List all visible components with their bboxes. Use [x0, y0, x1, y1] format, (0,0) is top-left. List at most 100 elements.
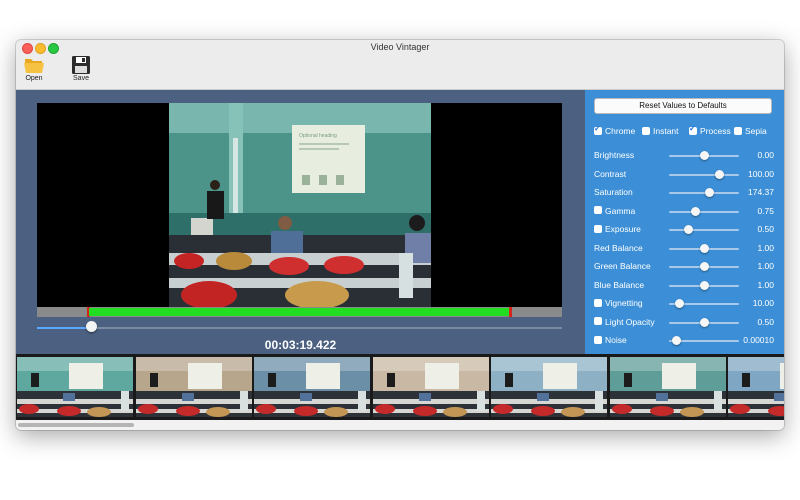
param-label: Blue Balance [594, 280, 644, 290]
slider-knob[interactable] [699, 317, 709, 327]
param-value: 10.00 [752, 298, 774, 308]
trim-end-marker[interactable] [509, 307, 512, 317]
param-label: Red Balance [594, 243, 643, 253]
param-row-red-balance: Red Balance 1.00 [594, 241, 774, 255]
scrubber-progress [37, 327, 92, 329]
preset-label: Instant [653, 126, 679, 136]
slider-knob[interactable] [699, 262, 709, 271]
param-label: Contrast [594, 169, 626, 179]
timecode-display: 00:03:19.422 [264, 338, 337, 352]
filmstrip-thumbnail[interactable] [609, 357, 726, 417]
slider-knob[interactable] [671, 336, 681, 345]
filmstrip-thumbnail[interactable] [135, 357, 252, 417]
video-player[interactable]: Optional heading [37, 103, 562, 307]
param-value: 0.00 [757, 150, 774, 160]
param-value: 100.00 [748, 168, 774, 179]
param-value: 174.37 [748, 187, 774, 197]
trim-selection[interactable] [89, 308, 509, 316]
preset-chrome[interactable]: Chrome [594, 124, 636, 136]
param-value: 0.50 [757, 316, 774, 327]
preset-process[interactable]: Process [689, 124, 731, 136]
param-row-exposure: Exposure 0.50 [594, 222, 774, 236]
open-label: Open [25, 75, 43, 82]
reset-defaults-button[interactable]: Reset Values to Defaults [594, 98, 772, 114]
param-slider[interactable] [669, 192, 739, 194]
param-label[interactable]: Noise [594, 335, 627, 345]
scrubber-knob[interactable] [86, 321, 97, 332]
preset-label: Sepia [745, 126, 767, 136]
param-row-vignetting: Vignetting 10.00 [594, 296, 774, 310]
slider-knob[interactable] [699, 243, 709, 253]
param-label-text: Green Balance [594, 261, 651, 271]
param-label-text: Brightness [594, 150, 635, 160]
filmstrip[interactable] [16, 354, 784, 420]
param-enable-checkbox[interactable] [594, 298, 602, 307]
param-label[interactable]: Light Opacity [594, 317, 655, 327]
toolbar: Open Save [16, 54, 784, 90]
preset-instant[interactable]: Instant [642, 126, 679, 136]
filmstrip-thumbnail[interactable] [491, 357, 607, 417]
filmstrip-scrollbar[interactable] [16, 420, 784, 430]
preset-checkbox[interactable] [689, 124, 697, 135]
param-value: 0.00010 [743, 335, 774, 345]
param-value: 0.50 [757, 224, 774, 234]
param-slider[interactable] [669, 173, 739, 176]
param-label-text: Gamma [605, 205, 636, 216]
param-value: 1.00 [757, 279, 774, 290]
playback-scrubber[interactable] [37, 327, 562, 329]
param-value: 0.75 [757, 205, 774, 216]
param-enable-checkbox[interactable] [594, 335, 602, 344]
filmstrip-thumbnail[interactable] [17, 357, 133, 417]
preset-label: Chrome [605, 126, 636, 136]
preset-checkbox[interactable] [594, 124, 602, 135]
window-title: Video Vintager [370, 42, 430, 52]
param-enable-checkbox[interactable] [594, 317, 602, 326]
adjustments-panel: Reset Values to Defaults Chrome Instant Pr… [585, 90, 784, 354]
app-window: Video Vintager Open Save Optional headin… [16, 40, 784, 430]
param-label-text: Exposure [605, 224, 641, 234]
preset-checkbox[interactable] [642, 126, 650, 135]
param-row-light-opacity: Light Opacity 0.50 [594, 315, 774, 329]
slide-heading: Optional heading [299, 133, 337, 139]
param-label-text: Contrast [594, 168, 627, 179]
param-label[interactable]: Vignetting [594, 298, 643, 308]
param-label-text: Blue Balance [594, 279, 645, 290]
preset-label: Process [700, 126, 731, 136]
param-row-noise: Noise 0.00010 [594, 333, 774, 347]
param-slider[interactable] [669, 229, 739, 231]
save-button[interactable]: Save [63, 56, 99, 82]
slider-knob[interactable] [691, 206, 701, 216]
preset-sepia[interactable]: Sepia [734, 126, 767, 136]
param-label-text: Noise [605, 335, 627, 345]
param-enable-checkbox[interactable] [594, 206, 602, 215]
param-row-green-balance: Green Balance 1.00 [594, 259, 774, 273]
preset-checkbox[interactable] [734, 126, 742, 135]
param-label-text: Red Balance [594, 242, 643, 253]
slider-knob[interactable] [699, 280, 709, 290]
slider-knob[interactable] [705, 188, 715, 197]
param-label-text: Vignetting [605, 298, 643, 308]
param-slider[interactable] [669, 210, 739, 213]
param-label-text: Saturation [594, 187, 633, 197]
filmstrip-thumbnail[interactable] [254, 357, 370, 417]
param-enable-checkbox[interactable] [594, 224, 602, 233]
filmstrip-thumbnail[interactable] [372, 357, 489, 417]
save-label: Save [73, 75, 89, 82]
slider-knob[interactable] [684, 225, 694, 234]
video-frame: Optional heading [169, 103, 431, 307]
open-button[interactable]: Open [16, 56, 52, 82]
param-label[interactable]: Exposure [594, 224, 641, 234]
param-label[interactable]: Gamma [594, 206, 635, 216]
lecture-scene-image: Optional heading [169, 103, 431, 307]
param-label-text: Light Opacity [605, 316, 655, 327]
param-row-brightness: Brightness 0.00 [594, 148, 774, 162]
scrollbar-thumb[interactable] [18, 423, 134, 427]
param-label: Green Balance [594, 261, 651, 271]
video-area: Optional heading 00:03:19.422 [16, 90, 585, 354]
floppy-disk-icon [72, 56, 90, 74]
trim-timeline[interactable] [37, 307, 562, 317]
slider-knob[interactable] [714, 169, 724, 179]
filmstrip-thumbnail[interactable] [728, 357, 784, 417]
slider-knob[interactable] [699, 151, 709, 160]
slider-knob[interactable] [675, 299, 684, 308]
